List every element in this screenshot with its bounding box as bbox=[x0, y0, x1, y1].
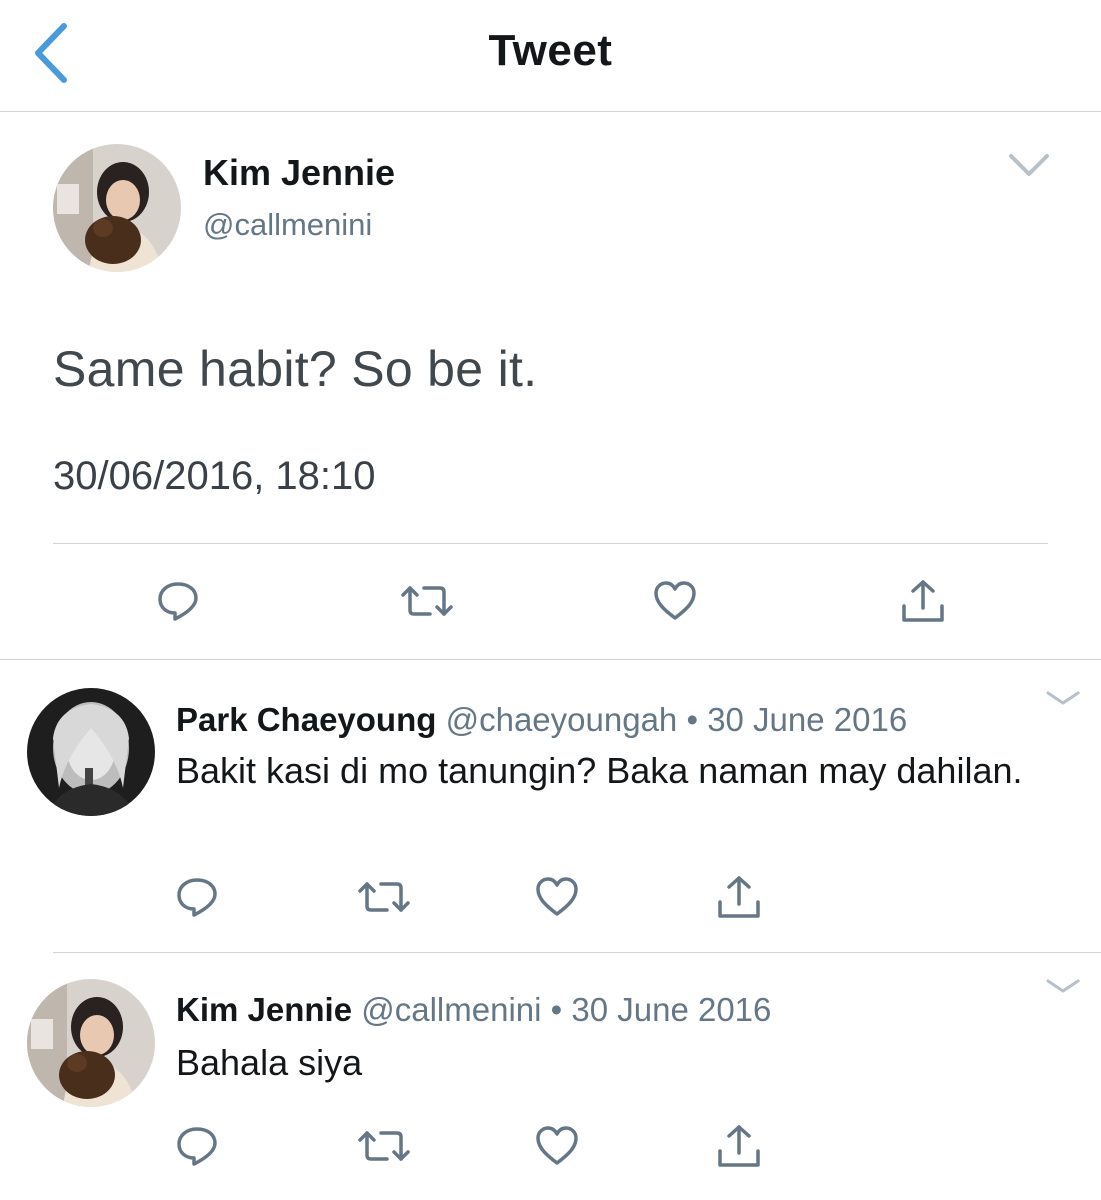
author-name[interactable]: Park Chaeyoung bbox=[176, 701, 436, 738]
share-button[interactable] bbox=[716, 874, 762, 920]
tweet-text: Bahala siya bbox=[176, 1042, 363, 1083]
navigation-header: Tweet bbox=[0, 0, 1101, 112]
reply-icon bbox=[177, 878, 217, 917]
author-name[interactable]: Kim Jennie bbox=[176, 991, 352, 1028]
tweet-menu-button[interactable] bbox=[1007, 152, 1051, 180]
share-icon bbox=[718, 876, 760, 918]
like-button[interactable] bbox=[653, 580, 697, 622]
share-icon bbox=[902, 580, 944, 622]
share-icon bbox=[718, 1125, 760, 1167]
share-button[interactable] bbox=[716, 1123, 762, 1169]
like-button[interactable] bbox=[535, 876, 579, 918]
author-handle[interactable]: @callmenini bbox=[203, 207, 372, 243]
tweet-date: 30 June 2016 bbox=[571, 991, 772, 1028]
heart-icon bbox=[536, 1126, 578, 1165]
reply-button[interactable] bbox=[175, 876, 219, 918]
reply-button[interactable] bbox=[156, 580, 200, 622]
heart-icon bbox=[536, 877, 578, 916]
divider bbox=[53, 543, 1048, 544]
tweet-menu-button[interactable] bbox=[1044, 977, 1082, 997]
retweet-icon bbox=[401, 586, 453, 616]
reply-tweet[interactable]: Park Chaeyoung @chaeyoungah • 30 June 20… bbox=[0, 661, 1101, 953]
reply-icon bbox=[158, 582, 198, 621]
chevron-down-icon bbox=[1046, 979, 1080, 993]
reply-header: Kim Jennie @callmenini • 30 June 2016 bbox=[176, 991, 771, 1029]
tweet-menu-button[interactable] bbox=[1044, 689, 1082, 709]
author-name[interactable]: Kim Jennie bbox=[203, 152, 395, 194]
author-handle[interactable]: @chaeyoungah bbox=[446, 701, 678, 738]
retweet-icon bbox=[358, 882, 410, 912]
retweet-button[interactable] bbox=[357, 878, 411, 916]
tweet-text: Bakit kasi di mo tanungin? Baka naman ma… bbox=[176, 750, 1023, 791]
share-button[interactable] bbox=[900, 578, 946, 624]
like-button[interactable] bbox=[535, 1125, 579, 1167]
avatar[interactable] bbox=[53, 144, 181, 272]
chevron-down-icon bbox=[1009, 154, 1049, 176]
meta-separator: • bbox=[686, 701, 699, 738]
main-tweet: Kim Jennie @callmenini Same habit? So be… bbox=[0, 112, 1101, 660]
author-handle[interactable]: @callmenini bbox=[361, 991, 541, 1028]
tweet-timestamp: 30/06/2016, 18:10 bbox=[53, 454, 376, 498]
page-title: Tweet bbox=[488, 26, 613, 75]
avatar[interactable] bbox=[27, 979, 155, 1107]
retweet-button[interactable] bbox=[357, 1127, 411, 1165]
meta-separator: • bbox=[550, 991, 563, 1028]
chevron-down-icon bbox=[1046, 691, 1080, 705]
retweet-icon bbox=[358, 1131, 410, 1161]
tweet-text: Same habit? So be it. bbox=[53, 341, 538, 397]
reply-button[interactable] bbox=[175, 1125, 219, 1167]
retweet-button[interactable] bbox=[400, 582, 454, 620]
reply-tweet[interactable]: Kim Jennie @callmenini • 30 June 2016 Ba… bbox=[0, 953, 1101, 1200]
reply-header: Park Chaeyoung @chaeyoungah • 30 June 20… bbox=[176, 701, 907, 739]
tweet-date: 30 June 2016 bbox=[707, 701, 908, 738]
avatar[interactable] bbox=[27, 688, 155, 816]
reply-icon bbox=[177, 1127, 217, 1166]
heart-icon bbox=[654, 581, 696, 620]
